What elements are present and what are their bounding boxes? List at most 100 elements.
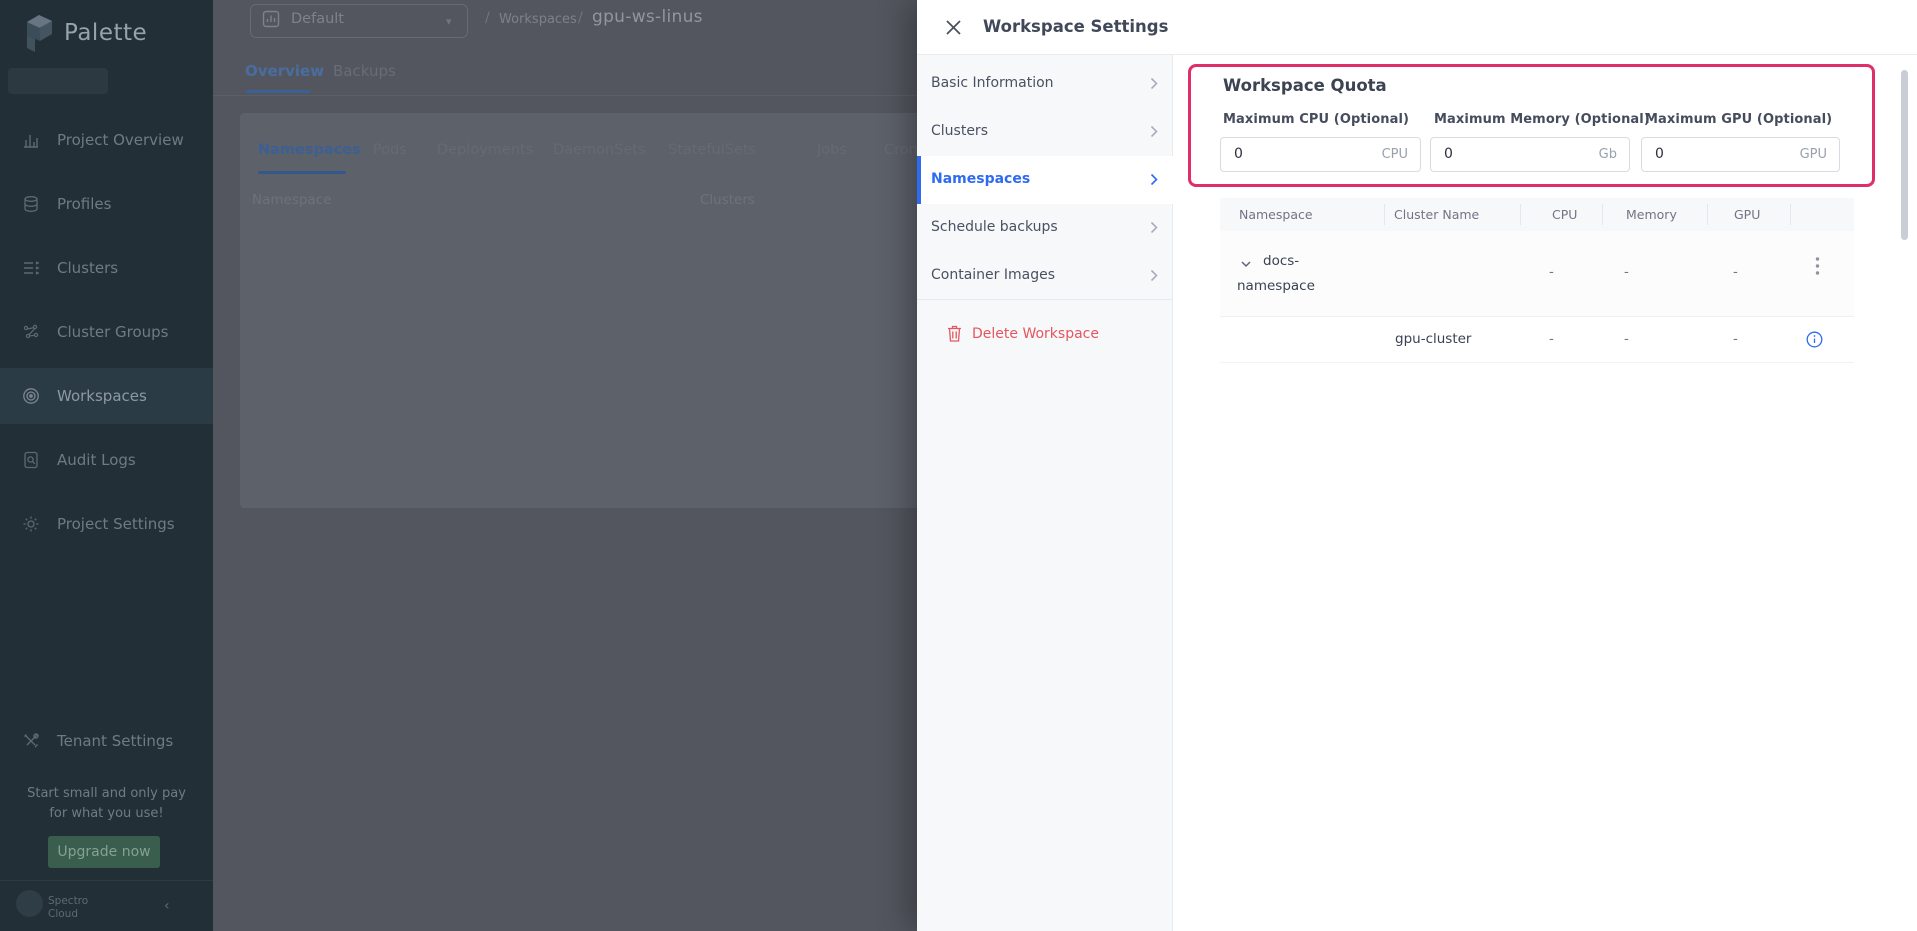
cpu-value: - xyxy=(1549,331,1554,347)
sidebar-footer-divider xyxy=(0,880,213,881)
sidebar-item-label: Audit Logs xyxy=(57,451,136,469)
project-chart-icon xyxy=(262,10,280,28)
main-table-header-namespace: Namespace xyxy=(252,192,331,208)
tab-statefulsets[interactable]: StatefulSets xyxy=(668,142,756,158)
tab-namespaces[interactable]: Namespaces xyxy=(258,142,361,158)
gpu-unit-suffix: GPU xyxy=(1800,147,1827,162)
upgrade-now-button[interactable]: Upgrade now xyxy=(48,836,160,868)
delete-workspace-button[interactable]: Delete Workspace xyxy=(917,315,1173,355)
sidebar-item-label: Cluster Groups xyxy=(57,323,169,341)
project-overview-icon xyxy=(22,131,40,149)
sidebar-item-project-overview[interactable]: Project Overview xyxy=(0,112,213,168)
palette-logo-text: Palette xyxy=(64,20,147,46)
tab-daemonsets[interactable]: DaemonSets xyxy=(553,142,646,158)
promo-text-line2: for what you use! xyxy=(0,806,213,821)
table-row-gpu-cluster: gpu-cluster - - - xyxy=(1220,317,1854,363)
menu-item-basic-information[interactable]: Basic Information xyxy=(917,60,1173,108)
sidebar-item-workspaces[interactable]: Workspaces xyxy=(0,368,213,424)
memory-value: - xyxy=(1624,264,1629,280)
sidebar-item-label: Project Overview xyxy=(57,131,184,149)
close-icon[interactable] xyxy=(945,19,962,36)
sidebar-collapse-icon[interactable]: ‹ xyxy=(164,898,170,914)
settings-menu: Basic Information Clusters Namespaces Sc… xyxy=(917,55,1173,931)
tab-overview-underline xyxy=(245,90,311,93)
trash-icon xyxy=(947,325,962,342)
workspace-quota-heading: Workspace Quota xyxy=(1223,76,1387,95)
tab-jobs[interactable]: Jobs xyxy=(817,142,847,158)
drawer-title: Workspace Settings xyxy=(983,17,1168,36)
max-gpu-label: Maximum GPU (Optional) xyxy=(1645,112,1832,127)
gpu-value: - xyxy=(1733,264,1738,280)
profiles-icon xyxy=(22,195,40,213)
spectro-cloud-name: Spectro Cloud xyxy=(48,895,88,921)
breadcrumb-separator: / xyxy=(485,10,490,26)
col-namespace: Namespace xyxy=(1239,207,1313,222)
settings-content xyxy=(1173,55,1917,931)
menu-item-schedule-backups[interactable]: Schedule backups xyxy=(917,204,1173,252)
tab-pods[interactable]: Pods xyxy=(373,142,407,158)
info-icon[interactable] xyxy=(1806,331,1823,348)
max-memory-input[interactable]: 0 Gb xyxy=(1430,137,1630,172)
chevron-right-icon xyxy=(1150,77,1160,91)
sidebar-item-label: Clusters xyxy=(57,259,118,277)
tab-backups[interactable]: Backups xyxy=(333,62,396,80)
menu-divider xyxy=(917,299,1173,300)
chevron-right-icon xyxy=(1150,125,1160,139)
project-chevron-down-icon[interactable]: ▾ xyxy=(446,15,452,28)
cpu-value: - xyxy=(1549,264,1554,280)
sidebar-item-label: Project Settings xyxy=(57,515,175,533)
sidebar-item-audit-logs[interactable]: Audit Logs xyxy=(0,432,213,488)
chevron-right-icon xyxy=(1150,221,1160,235)
sidebar-item-profiles[interactable]: Profiles xyxy=(0,176,213,232)
menu-item-container-images[interactable]: Container Images xyxy=(917,252,1173,300)
workspaces-icon xyxy=(22,387,40,405)
cpu-unit-suffix: CPU xyxy=(1382,147,1408,162)
spectro-cloud-logo xyxy=(16,890,43,917)
main-table-header-clusters: Clusters xyxy=(700,192,755,208)
drawer-scrollbar[interactable] xyxy=(1901,70,1908,240)
namespace-cell: docs-namespace xyxy=(1237,249,1357,299)
sidebar-item-label: Profiles xyxy=(57,195,111,213)
sidebar-item-cluster-groups[interactable]: Cluster Groups xyxy=(0,304,213,360)
sidebar: Palette Project Overview Profiles xyxy=(0,0,213,931)
project-scope-pill[interactable] xyxy=(8,68,108,94)
sidebar-item-tenant-settings[interactable]: Tenant Settings xyxy=(0,713,213,769)
max-memory-label: Maximum Memory (Optional) xyxy=(1434,112,1650,127)
tab-deployments[interactable]: Deployments xyxy=(437,142,533,158)
gpu-value: - xyxy=(1733,331,1738,347)
chevron-right-icon xyxy=(1150,269,1160,283)
breadcrumb-workspaces-link[interactable]: Workspaces xyxy=(499,12,577,27)
tab-namespaces-underline xyxy=(258,171,346,174)
col-cpu: CPU xyxy=(1552,207,1577,222)
cluster-groups-icon xyxy=(22,323,40,341)
tenant-settings-tools-icon xyxy=(22,732,40,750)
menu-item-clusters[interactable]: Clusters xyxy=(917,108,1173,156)
sidebar-item-clusters[interactable]: Clusters xyxy=(0,240,213,296)
cluster-name-cell: gpu-cluster xyxy=(1395,331,1471,347)
audit-logs-icon xyxy=(22,451,40,469)
breadcrumb-separator: / xyxy=(578,10,583,26)
memory-value: - xyxy=(1624,331,1629,347)
max-cpu-label: Maximum CPU (Optional) xyxy=(1223,112,1409,127)
promo-text-line1: Start small and only pay xyxy=(0,786,213,801)
project-selector-label[interactable]: Default xyxy=(291,11,344,27)
palette-logo-icon xyxy=(22,12,60,58)
max-cpu-input[interactable]: 0 CPU xyxy=(1220,137,1421,172)
memory-unit-suffix: Gb xyxy=(1599,147,1617,162)
namespaces-table-header: Namespace Cluster Name CPU Memory GPU xyxy=(1220,198,1854,231)
col-cluster-name: Cluster Name xyxy=(1394,207,1479,222)
chevron-right-icon xyxy=(1150,173,1160,187)
row-actions-menu-icon[interactable] xyxy=(1815,256,1821,276)
table-row-docs-namespace: docs-namespace - - - xyxy=(1220,231,1854,317)
sidebar-item-label: Workspaces xyxy=(57,387,147,405)
menu-item-namespaces[interactable]: Namespaces xyxy=(917,156,1173,204)
max-gpu-input[interactable]: 0 GPU xyxy=(1641,137,1840,172)
sidebar-item-project-settings[interactable]: Project Settings xyxy=(0,496,213,552)
breadcrumb-workspace-name: gpu-ws-linus xyxy=(592,7,703,27)
project-settings-gear-icon xyxy=(22,515,40,533)
project-selector[interactable] xyxy=(250,4,468,38)
drawer-header: Workspace Settings xyxy=(917,0,1917,55)
sidebar-item-label: Tenant Settings xyxy=(57,732,173,750)
col-memory: Memory xyxy=(1626,207,1677,222)
tab-overview[interactable]: Overview xyxy=(245,62,324,80)
